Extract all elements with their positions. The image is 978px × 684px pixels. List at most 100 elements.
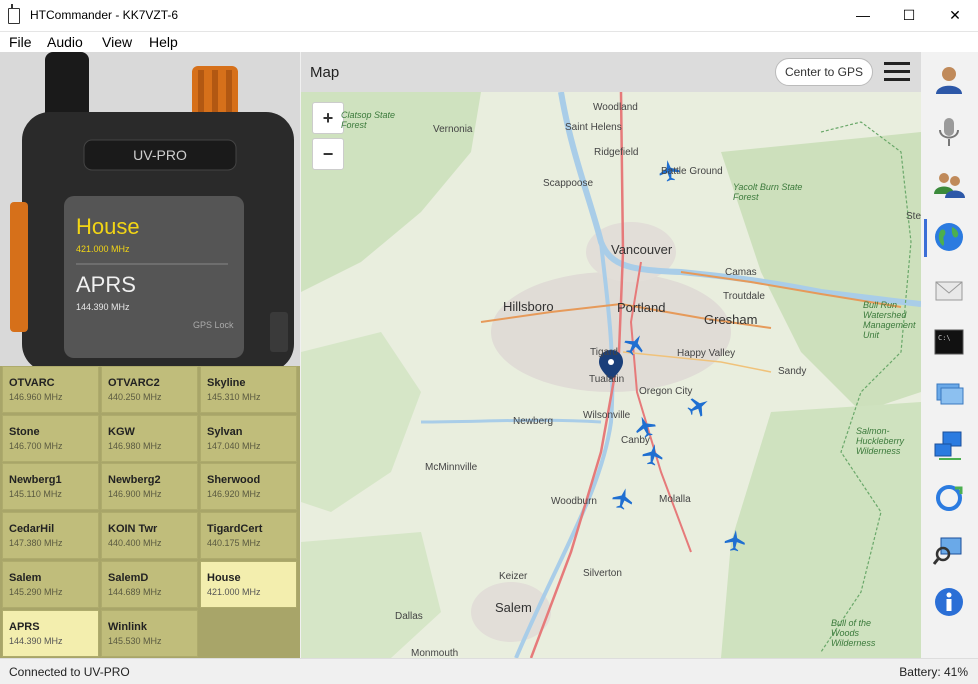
mail-icon[interactable] <box>933 274 965 306</box>
microphone-icon[interactable] <box>933 116 965 148</box>
title-bar: HTCommander - KK7VZT-6 — ☐ ✕ <box>0 0 978 32</box>
map-label: Monmouth <box>411 648 459 658</box>
map-label: Woodland <box>593 102 638 113</box>
channel-name: Stone <box>9 426 40 438</box>
map-label: Canby <box>621 435 650 446</box>
gps-status: GPS Lock <box>193 320 234 330</box>
windows-icon[interactable] <box>933 378 965 410</box>
channel-name: OTVARC2 <box>108 377 160 389</box>
menu-view[interactable]: View <box>102 34 132 50</box>
map-label: Salem <box>495 600 532 615</box>
hamburger-menu-icon[interactable] <box>884 62 910 82</box>
vfo-b-name: APRS <box>76 272 136 297</box>
channel-button[interactable]: Sherwood 146.920 MHz <box>200 463 297 510</box>
radio-model-label: UV-PRO <box>133 147 187 163</box>
channel-freq: 145.310 MHz <box>207 392 261 402</box>
channel-name: Newberg1 <box>9 474 62 486</box>
channel-button[interactable]: SalemD 144.689 MHz <box>101 561 198 608</box>
map-label: Clatsop State Forest <box>341 110 396 130</box>
network-icon[interactable] <box>933 430 965 462</box>
menu-audio[interactable]: Audio <box>47 34 83 50</box>
channel-button[interactable]: Salem 145.290 MHz <box>2 561 99 608</box>
channel-freq: 147.380 MHz <box>9 538 63 548</box>
channel-button-active[interactable]: House 421.000 MHz <box>200 561 297 608</box>
menu-file[interactable]: File <box>9 34 32 50</box>
map-label: Portland <box>617 300 666 315</box>
map-label: Bull Run Watershed Management Unit <box>863 300 916 340</box>
channel-name: TigardCert <box>207 523 263 535</box>
map-header: Map Center to GPS <box>301 52 921 92</box>
channel-freq: 440.400 MHz <box>108 538 162 548</box>
user-icon[interactable] <box>933 64 965 96</box>
channel-button[interactable]: Newberg2 146.900 MHz <box>101 463 198 510</box>
channel-name: APRS <box>9 621 40 633</box>
map-label: Saint Helens <box>565 122 622 133</box>
map-label: Scappoose <box>543 178 594 189</box>
channel-freq: 145.530 MHz <box>108 636 162 646</box>
channel-name: SalemD <box>108 572 149 584</box>
channel-button[interactable]: Skyline 145.310 MHz <box>200 366 297 413</box>
channel-freq: 146.920 MHz <box>207 489 261 499</box>
map-label: Salmon-Huckleberry Wilderness <box>856 426 905 456</box>
connection-status: Connected to UV-PRO <box>9 665 130 679</box>
right-toolbar: C:\ <box>921 52 978 658</box>
svg-text:C:\: C:\ <box>938 334 951 342</box>
channel-name: Newberg2 <box>108 474 161 486</box>
window-title: HTCommander - KK7VZT-6 <box>30 8 179 22</box>
channel-button[interactable]: Sylvan 147.040 MHz <box>200 415 297 462</box>
maximize-button[interactable]: ☐ <box>886 0 932 31</box>
map-label: Gresham <box>704 312 758 327</box>
map-label: Vancouver <box>611 242 673 257</box>
map-label: Molalla <box>659 494 691 505</box>
contacts-icon[interactable] <box>933 168 965 200</box>
channel-button[interactable]: OTVARC2 440.250 MHz <box>101 366 198 413</box>
channel-button[interactable]: Stone 146.700 MHz <box>2 415 99 462</box>
map-label: Keizer <box>499 571 528 582</box>
map-label: Dallas <box>395 611 423 622</box>
channel-name: KGW <box>108 426 135 438</box>
channel-button[interactable]: KGW 146.980 MHz <box>101 415 198 462</box>
sync-icon[interactable] <box>933 482 965 514</box>
selected-indicator <box>924 219 927 257</box>
map-label: Vernonia <box>433 124 473 135</box>
channel-freq: 144.390 MHz <box>9 636 63 646</box>
close-button[interactable]: ✕ <box>932 0 978 31</box>
map-label: Woodburn <box>551 496 597 507</box>
map-label: Tualatin <box>589 374 625 385</box>
channel-button[interactable]: TigardCert 440.175 MHz <box>200 512 297 559</box>
channel-freq: 146.700 MHz <box>9 441 63 451</box>
vfo-a-freq: 421.000 MHz <box>76 244 130 254</box>
channel-freq: 421.000 MHz <box>207 587 261 597</box>
channel-button[interactable]: Newberg1 145.110 MHz <box>2 463 99 510</box>
channel-button[interactable]: Winlink 145.530 MHz <box>101 610 198 657</box>
map-label: McMinnville <box>425 462 478 473</box>
channel-freq: 145.110 MHz <box>9 489 62 499</box>
vfo-a-name: House <box>76 214 140 239</box>
map-label: Ste <box>906 211 921 222</box>
globe-icon[interactable] <box>933 221 965 253</box>
channel-name: OTVARC <box>9 377 55 389</box>
terminal-icon[interactable]: C:\ <box>933 326 965 358</box>
map-label: Troutdale <box>723 291 765 302</box>
channel-name: CedarHil <box>9 523 55 535</box>
zoom-in-button[interactable]: + <box>312 102 344 134</box>
network-search-icon[interactable] <box>933 534 965 566</box>
center-to-gps-button[interactable]: Center to GPS <box>775 58 873 86</box>
map-label: Battle Ground <box>661 166 723 177</box>
map-label: Sandy <box>778 366 807 377</box>
channel-button[interactable]: KOIN Twr 440.400 MHz <box>101 512 198 559</box>
map-label: Newberg <box>513 416 554 427</box>
channel-button[interactable]: OTVARC 146.960 MHz <box>2 366 99 413</box>
zoom-out-button[interactable]: − <box>312 138 344 170</box>
channel-button-active[interactable]: APRS 144.390 MHz <box>2 610 99 657</box>
info-icon[interactable] <box>933 586 965 618</box>
map-view[interactable]: + − Woodland Vernonia Saint Helens Ridge… <box>301 92 921 658</box>
map-title: Map <box>310 64 340 81</box>
map-label: Happy Valley <box>677 348 736 359</box>
channel-freq: 146.980 MHz <box>108 441 162 451</box>
menu-help[interactable]: Help <box>149 34 178 50</box>
map-label: Yacolt Burn State Forest <box>733 182 803 202</box>
minimize-button[interactable]: — <box>840 0 886 31</box>
channel-button[interactable]: CedarHil 147.380 MHz <box>2 512 99 559</box>
map-label: Camas <box>725 267 757 278</box>
